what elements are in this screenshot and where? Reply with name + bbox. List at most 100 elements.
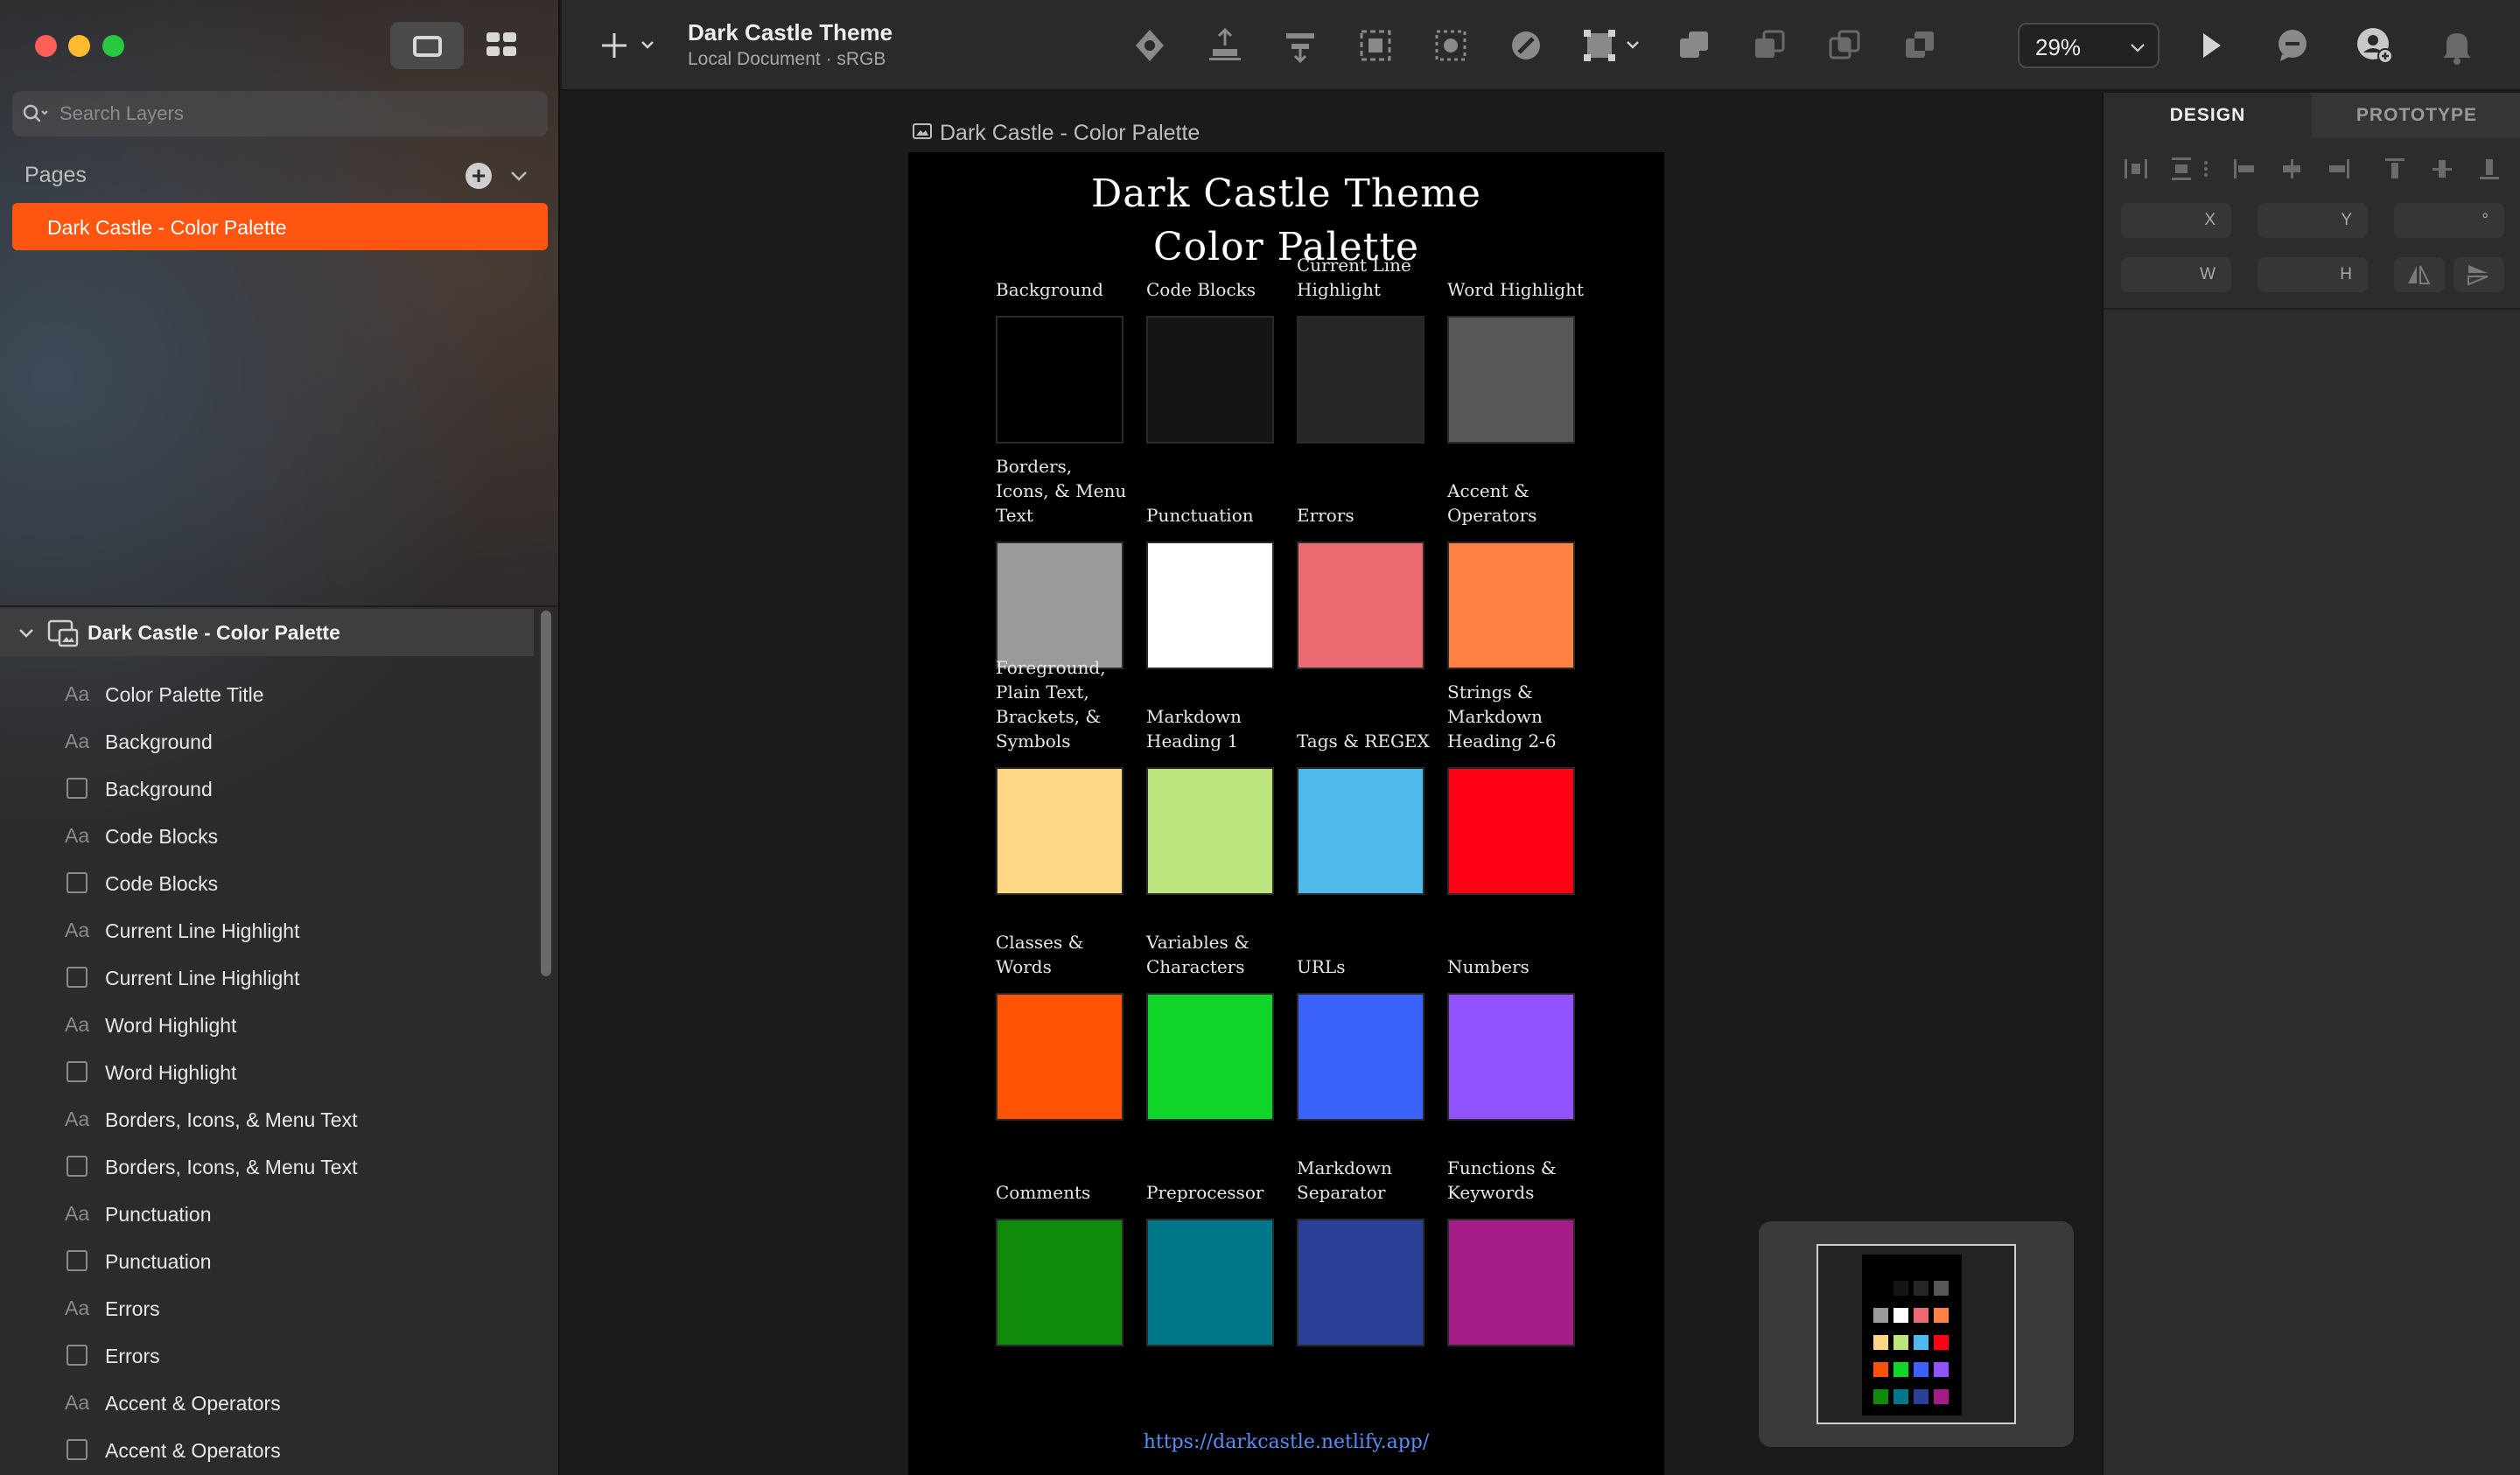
add-page-button[interactable]: + <box>466 163 492 189</box>
page-item-label: Dark Castle - Color Palette <box>47 216 287 239</box>
layer-row[interactable]: Aa Word Highlight <box>0 1001 534 1048</box>
window-close-button[interactable] <box>35 35 57 57</box>
layer-row[interactable]: Aa Code Blocks <box>0 812 534 859</box>
text-layer-icon: Aa <box>65 1108 90 1130</box>
artboard-title[interactable]: Dark Castle - Color Palette <box>940 121 1200 146</box>
rectangle-layer-icon <box>66 1345 88 1366</box>
flip-horizontal-button[interactable] <box>2394 257 2445 292</box>
create-symbol-button[interactable] <box>1127 23 1172 68</box>
minimap-viewport[interactable] <box>1816 1244 2016 1424</box>
layer-row[interactable]: Aa Color Palette Title <box>0 670 534 717</box>
text-layer-icon: Aa <box>65 682 90 705</box>
distribute-vertical-icon[interactable] <box>2168 156 2194 182</box>
layer-name: Accent & Operators <box>105 1392 281 1415</box>
swatch-label: Code Blocks <box>1146 279 1256 300</box>
align-middle-vertical-icon[interactable] <box>2429 156 2455 182</box>
subtract-icon <box>1755 30 1785 58</box>
layer-row[interactable]: Aa Punctuation <box>0 1190 534 1237</box>
rectangle-layer-icon <box>66 872 88 893</box>
align-right-icon[interactable] <box>2326 156 2352 182</box>
window-minimize-button[interactable] <box>68 35 90 57</box>
preview-button[interactable] <box>2188 23 2233 68</box>
align-top-icon[interactable] <box>2382 156 2408 182</box>
window-zoom-button[interactable] <box>102 35 124 57</box>
text-layer-icon: Aa <box>65 919 90 941</box>
text-layer-icon: Aa <box>65 1013 90 1036</box>
page-item-selected[interactable]: Dark Castle - Color Palette <box>12 203 548 250</box>
flip-horizontal-icon <box>2408 265 2431 284</box>
flatten-button[interactable] <box>1503 23 1549 68</box>
union-button[interactable] <box>1671 23 1717 68</box>
chevron-down-icon[interactable] <box>508 164 530 187</box>
color-swatch[interactable] <box>1297 1219 1424 1346</box>
scale-button[interactable] <box>1353 23 1398 68</box>
comment-button[interactable] <box>2270 23 2315 68</box>
tab-prototype[interactable]: PROTOTYPE <box>2312 93 2520 138</box>
intersect-button[interactable] <box>1822 23 1867 68</box>
align-left-icon[interactable] <box>2231 156 2258 182</box>
minimap-swatch <box>1934 1308 1949 1323</box>
layer-row[interactable]: Aa Errors <box>0 1284 534 1332</box>
more-icon[interactable] <box>2200 156 2212 182</box>
artboard[interactable]: Dark Castle Theme Color Palette Backgrou… <box>908 152 1664 1475</box>
y-field[interactable]: Y <box>2258 203 2368 238</box>
align-center-horizontal-icon[interactable] <box>2278 156 2305 182</box>
difference-button[interactable] <box>1897 23 1942 68</box>
color-swatch[interactable] <box>996 1219 1124 1346</box>
forward-backward-button[interactable] <box>1202 23 1248 68</box>
x-field[interactable]: X <box>2121 203 2231 238</box>
height-field[interactable]: H <box>2258 257 2368 292</box>
minimap-swatch <box>1894 1281 1908 1296</box>
mask-button[interactable] <box>1428 23 1474 68</box>
tab-design[interactable]: DESIGN <box>2104 93 2312 138</box>
swatch-label: Functions & Keywords <box>1447 1157 1557 1203</box>
color-swatch[interactable] <box>1447 1219 1575 1346</box>
distribute-horizontal-icon[interactable] <box>2123 156 2149 182</box>
layer-row[interactable]: Aa Background <box>0 717 534 765</box>
search-input[interactable] <box>60 102 532 125</box>
layer-row[interactable]: Code Blocks <box>0 859 534 906</box>
flip-vertical-button[interactable] <box>2454 257 2504 292</box>
grid-view-button[interactable] <box>483 22 520 69</box>
layer-row[interactable]: Aa Current Line Highlight <box>0 906 534 954</box>
alignment-toolbar <box>2104 150 2520 189</box>
layer-row[interactable]: Current Line Highlight <box>0 954 534 1001</box>
chevron-down-icon[interactable] <box>16 623 37 644</box>
artboard-image-icon <box>913 123 932 139</box>
align-button[interactable] <box>1278 23 1323 68</box>
layers-scrollbar[interactable] <box>541 611 553 978</box>
layer-row[interactable]: Punctuation <box>0 1237 534 1284</box>
subtract-button[interactable] <box>1746 23 1792 68</box>
collaborate-button[interactable] <box>2352 23 2398 68</box>
search-layers-field[interactable] <box>12 91 548 136</box>
canvas-view-button[interactable] <box>390 22 464 69</box>
layer-row[interactable]: Word Highlight <box>0 1048 534 1095</box>
layer-row[interactable]: Errors <box>0 1332 534 1379</box>
layer-row[interactable]: Aa Accent & Operators <box>0 1379 534 1426</box>
zoom-select[interactable]: 29% <box>2018 23 2160 68</box>
scrollbar-thumb[interactable] <box>541 611 551 976</box>
color-swatch[interactable] <box>1146 1219 1274 1346</box>
width-field[interactable]: W <box>2121 257 2231 292</box>
rectangle-layer-icon <box>66 967 88 988</box>
artboard-icon <box>47 619 79 647</box>
rotation-field[interactable]: ° <box>2394 203 2504 238</box>
insert-button[interactable] <box>600 28 662 63</box>
layer-name: Current Line Highlight <box>105 967 300 989</box>
layer-row[interactable]: Borders, Icons, & Menu Text <box>0 1143 534 1190</box>
layer-artboard-row[interactable]: Dark Castle - Color Palette <box>0 609 534 656</box>
minimap[interactable] <box>1759 1221 2074 1447</box>
layer-row[interactable]: Aa Borders, Icons, & Menu Text <box>0 1095 534 1143</box>
minimap-swatch <box>1894 1308 1908 1323</box>
align-bottom-icon[interactable] <box>2476 156 2502 182</box>
layer-row[interactable]: Background <box>0 765 534 812</box>
resize-button[interactable] <box>1578 23 1647 68</box>
minimap-swatch <box>1914 1308 1928 1323</box>
layer-name: Accent & Operators <box>105 1439 281 1462</box>
add-collaborator-icon <box>2357 28 2393 64</box>
canvas[interactable]: Dark Castle - Color Palette Dark Castle … <box>562 93 2102 1475</box>
layer-row[interactable]: Accent & Operators <box>0 1426 534 1473</box>
notifications-button[interactable] <box>2434 23 2480 68</box>
toolbar: Dark Castle Theme Local Document · sRGB … <box>562 0 2520 91</box>
artboard-layer-name: Dark Castle - Color Palette <box>88 621 340 644</box>
